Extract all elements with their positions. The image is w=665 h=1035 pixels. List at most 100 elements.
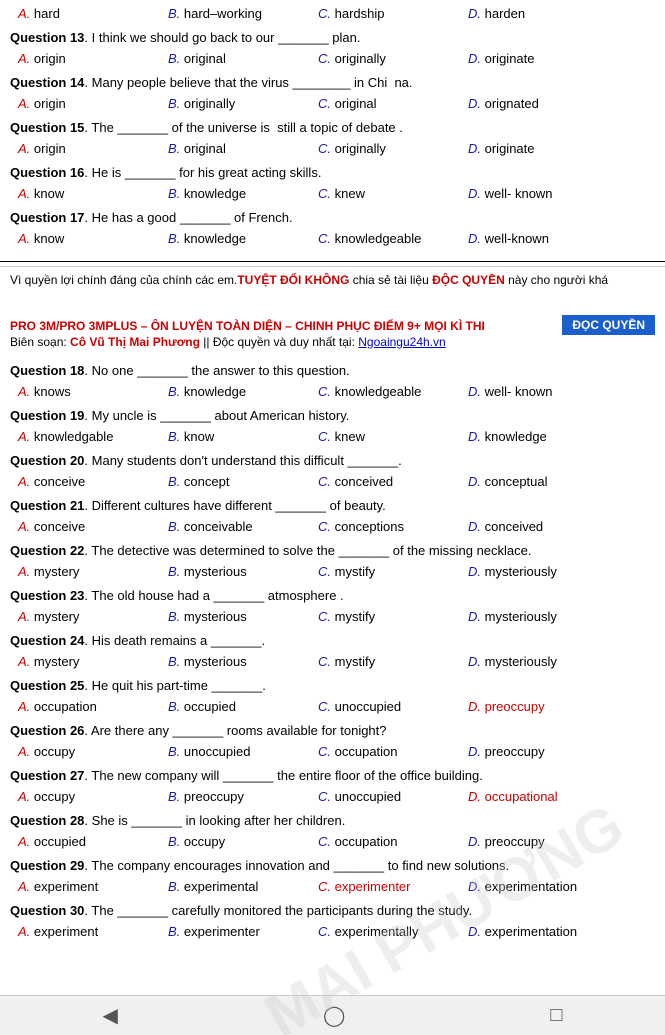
- q13-c: C. originally: [318, 49, 458, 69]
- q27-options: A. occupy B. preoccupy C. unoccupied D. …: [10, 787, 655, 807]
- q15-d: D. originate: [468, 139, 608, 159]
- q15-a: A. origin: [18, 139, 158, 159]
- q27-stem: Question 27. The new company will ______…: [10, 766, 655, 786]
- q13-b: B. original: [168, 49, 308, 69]
- q12-d: D. harden: [468, 4, 608, 24]
- bien-soan-prefix: Biên soạn:: [10, 335, 70, 349]
- q24-options: A. mystery B. mysterious C. mystify D. m…: [10, 652, 655, 672]
- q13-stem: Question 13. I think we should go back t…: [10, 28, 655, 48]
- q22-b: B. mysterious: [168, 562, 308, 582]
- q17-c: C. knowledgeable: [318, 229, 458, 249]
- q20-a: A. conceive: [18, 472, 158, 492]
- q13-d: D. originate: [468, 49, 608, 69]
- q30-d: D. experimentation: [468, 922, 608, 942]
- q14-a: A. origin: [18, 94, 158, 114]
- q29-c: C. experimenter: [318, 877, 458, 897]
- q12-c: C. hardship: [318, 4, 458, 24]
- q24-c: C. mystify: [318, 652, 458, 672]
- bien-soan-mid: || Độc quyền và duy nhất tại:: [200, 335, 358, 349]
- q14-b: B. originally: [168, 94, 308, 114]
- q29-stem: Question 29. The company encourages inno…: [10, 856, 655, 876]
- spacer: [0, 293, 665, 311]
- q24-b: B. mysterious: [168, 652, 308, 672]
- copyright-bar: Vì quyền lợi chính đáng của chính các em…: [0, 266, 665, 293]
- q23-b: B. mysterious: [168, 607, 308, 627]
- q20-d: D. conceptual: [468, 472, 608, 492]
- q28-options: A. occupied B. occupy C. occupation D. p…: [10, 832, 655, 852]
- q12-b: B. hard–working: [168, 4, 308, 24]
- q27-c: C. unoccupied: [318, 787, 458, 807]
- q14-d: D. orignated: [468, 94, 608, 114]
- q28-stem: Question 28. She is _______ in looking a…: [10, 811, 655, 831]
- q25-b: B. occupied: [168, 697, 308, 717]
- q19-b: B. know: [168, 427, 308, 447]
- home-icon[interactable]: ◯: [323, 1003, 345, 1028]
- recents-icon[interactable]: □: [550, 1004, 562, 1027]
- q15-c: C. originally: [318, 139, 458, 159]
- q23-options: A. mystery B. mysterious C. mystify D. m…: [10, 607, 655, 627]
- q28-a: A. occupied: [18, 832, 158, 852]
- q21-b: B. conceivable: [168, 517, 308, 537]
- q22-d: D. mysteriously: [468, 562, 608, 582]
- q19-a: A. knowledgable: [18, 427, 158, 447]
- bien-soan-line: Biên soạn: Cô Vũ Thị Mai Phương || Độc q…: [10, 335, 655, 349]
- q17-options: A. know B. knowledge C. knowledgeable D.…: [10, 229, 655, 249]
- q14-stem: Question 14. Many people believe that th…: [10, 73, 655, 93]
- q26-c: C. occupation: [318, 742, 458, 762]
- bottom-bar: ◀ ◯ □: [0, 995, 665, 1035]
- q18-b: B. knowledge: [168, 382, 308, 402]
- q25-a: A. occupation: [18, 697, 158, 717]
- q30-stem: Question 30. The _______ carefully monit…: [10, 901, 655, 921]
- bien-soan-link[interactable]: Ngoaingu24h.vn: [358, 335, 445, 349]
- q24-a: A. mystery: [18, 652, 158, 672]
- q26-b: B. unoccupied: [168, 742, 308, 762]
- q14-c: C. original: [318, 94, 458, 114]
- q19-c: C. knew: [318, 427, 458, 447]
- q29-d: D. experimentation: [468, 877, 608, 897]
- q22-stem: Question 22. The detective was determine…: [10, 541, 655, 561]
- q15-b: B. original: [168, 139, 308, 159]
- q30-a: A. experiment: [18, 922, 158, 942]
- q16-c: C. knew: [318, 184, 458, 204]
- q29-a: A. experiment: [18, 877, 158, 897]
- q16-d: D. well- known: [468, 184, 608, 204]
- q15-options: A. origin B. original C. originally D. o…: [10, 139, 655, 159]
- q21-c: C. conceptions: [318, 517, 458, 537]
- copyright-end: này cho người khá: [505, 273, 608, 287]
- copyright-rest: chia sẻ tài liệu: [349, 273, 432, 287]
- q13-a: A. origin: [18, 49, 158, 69]
- q20-options: A. conceive B. concept C. conceived D. c…: [10, 472, 655, 492]
- q18-d: D. well- known: [468, 382, 608, 402]
- pro-header-section: PRO 3M/PRO 3MPLUS – ÔN LUYỆN TOÀN DIỆN –…: [0, 311, 665, 359]
- q16-options: A. know B. knowledge C. knew D. well- kn…: [10, 184, 655, 204]
- q18-a: A. knows: [18, 382, 158, 402]
- q28-c: C. occupation: [318, 832, 458, 852]
- q26-stem: Question 26. Are there any _______ rooms…: [10, 721, 655, 741]
- q30-c: C. experimentally: [318, 922, 458, 942]
- main-section: Question 18. No one _______ the answer t…: [0, 359, 665, 956]
- q13-options: A. origin B. original C. originally D. o…: [10, 49, 655, 69]
- q21-stem: Question 21. Different cultures have dif…: [10, 496, 655, 516]
- q17-stem: Question 17. He has a good _______ of Fr…: [10, 208, 655, 228]
- q20-c: C. conceived: [318, 472, 458, 492]
- q24-stem: Question 24. His death remains a _______…: [10, 631, 655, 651]
- q21-a: A. conceive: [18, 517, 158, 537]
- q26-options: A. occupy B. unoccupied C. occupation D.…: [10, 742, 655, 762]
- q20-b: B. concept: [168, 472, 308, 492]
- page: A. hard B. hard–working C. hardship D. h…: [0, 0, 665, 956]
- q23-d: D. mysteriously: [468, 607, 608, 627]
- q15-stem: Question 15. The _______ of the universe…: [10, 118, 655, 138]
- q26-d: D. preoccupy: [468, 742, 608, 762]
- q19-d: D. knowledge: [468, 427, 608, 447]
- q18-stem: Question 18. No one _______ the answer t…: [10, 361, 655, 381]
- q19-stem: Question 19. My uncle is _______ about A…: [10, 406, 655, 426]
- q30-options: A. experiment B. experimenter C. experim…: [10, 922, 655, 942]
- q28-d: D. preoccupy: [468, 832, 608, 852]
- q22-c: C. mystify: [318, 562, 458, 582]
- q29-b: B. experimental: [168, 877, 308, 897]
- back-icon[interactable]: ◀: [103, 1003, 118, 1028]
- copyright-bold1: TUYỆT ĐỐI KHÔNG: [237, 273, 349, 287]
- q22-options: A. mystery B. mysterious C. mystify D. m…: [10, 562, 655, 582]
- q18-options: A. knows B. knowledge C. knowledgeable D…: [10, 382, 655, 402]
- q18-c: C. knowledgeable: [318, 382, 458, 402]
